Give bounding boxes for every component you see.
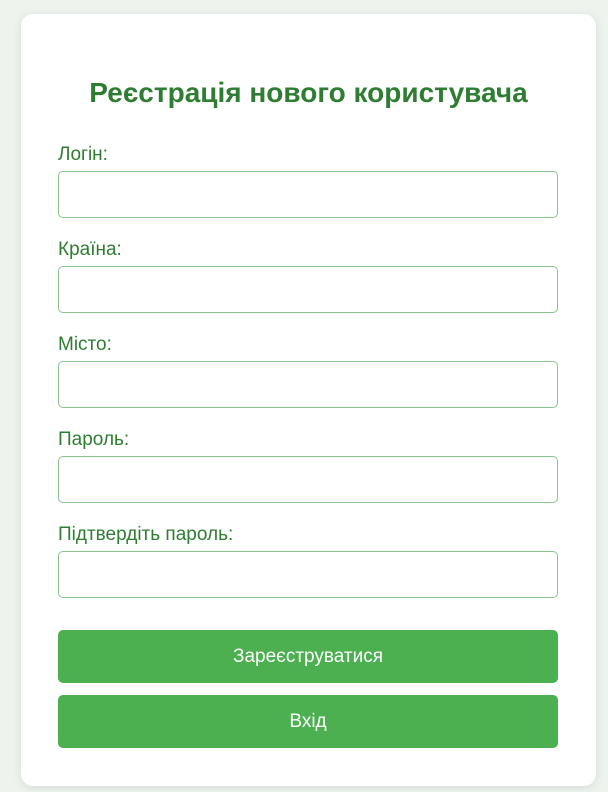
city-input[interactable] [58, 361, 558, 408]
confirm-password-input[interactable] [58, 551, 558, 598]
country-label: Країна: [58, 239, 122, 260]
register-button[interactable]: Зареєструватися [58, 630, 558, 683]
login-label: Логін: [58, 144, 108, 165]
confirm-password-label: Підтвердіть пароль: [58, 524, 234, 545]
city-label: Місто: [58, 334, 112, 355]
country-input[interactable] [58, 266, 558, 313]
login-button[interactable]: Вхід [58, 695, 558, 748]
password-input[interactable] [58, 456, 558, 503]
page-title: Реєстрація нового користувача [89, 77, 528, 108]
registration-card: Реєстрація нового користувача Логін: Кра… [21, 14, 596, 786]
login-input[interactable] [58, 171, 558, 218]
password-label: Пароль: [58, 429, 130, 450]
